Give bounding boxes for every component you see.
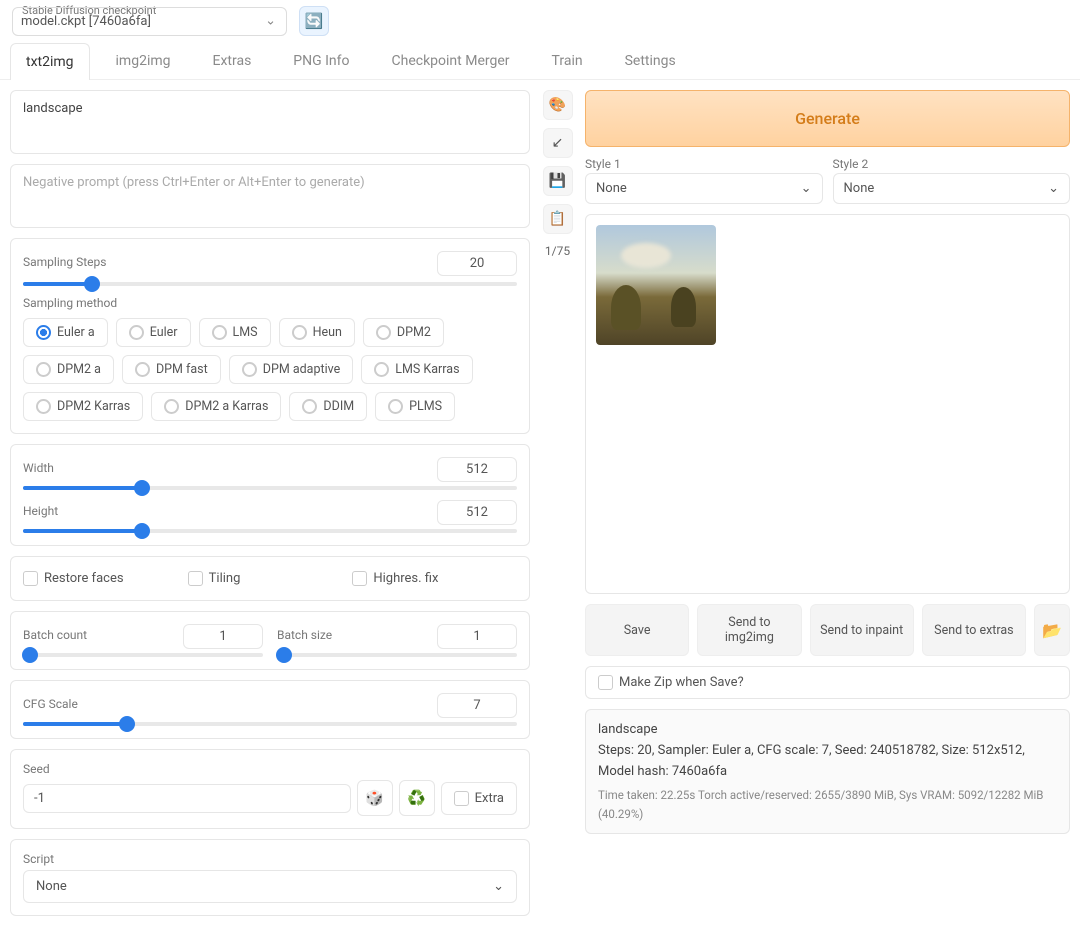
generate-button[interactable]: Generate — [585, 90, 1070, 147]
restore-faces-checkbox[interactable]: Restore faces — [23, 569, 188, 588]
highres-fix-checkbox[interactable]: Highres. fix — [352, 569, 517, 588]
info-prompt: landscape — [598, 720, 1057, 741]
chevron-down-icon: ⌄ — [801, 181, 812, 196]
batch-size-value[interactable]: 1 — [437, 624, 517, 649]
width-slider[interactable] — [23, 486, 517, 490]
floppy-icon: 💾 — [549, 173, 566, 189]
sampler-radio-dpm2[interactable]: DPM2 — [363, 318, 444, 347]
generated-image[interactable] — [596, 225, 716, 345]
checkpoint-selector[interactable]: Stable Diffusion checkpoint model.ckpt [… — [12, 7, 287, 36]
chevron-down-icon: ⌄ — [265, 14, 276, 29]
sampler-radio-heun[interactable]: Heun — [279, 318, 355, 347]
batch-size-label: Batch size — [277, 628, 332, 642]
tab-settings[interactable]: Settings — [609, 42, 692, 79]
save-style-button[interactable]: 💾 — [543, 166, 573, 196]
refresh-icon: 🔄 — [305, 12, 324, 30]
palette-icon: 🎨 — [549, 97, 566, 113]
sampler-radio-dpm2-a-karras[interactable]: DPM2 a Karras — [151, 392, 281, 421]
sampler-radio-lms[interactable]: LMS — [199, 318, 271, 347]
batch-panel: Batch count 1 Batch size 1 — [10, 611, 530, 670]
options-panel: Restore faces Tiling Highres. fix — [10, 556, 530, 601]
palette-button[interactable]: 🎨 — [543, 90, 573, 120]
sampler-radio-euler-a[interactable]: Euler a — [23, 318, 108, 347]
width-value[interactable]: 512 — [437, 457, 517, 482]
clipboard-icon: 📋 — [549, 211, 566, 227]
send-to-inpaint-button[interactable]: Send to inpaint — [810, 604, 914, 656]
tiling-checkbox[interactable]: Tiling — [188, 569, 353, 588]
sampler-radio-dpm2-a[interactable]: DPM2 a — [23, 355, 114, 384]
style2-select[interactable]: None⌄ — [833, 173, 1071, 204]
width-label: Width — [23, 461, 54, 475]
sampler-radio-dpm-fast[interactable]: DPM fast — [122, 355, 221, 384]
style1-label: Style 1 — [585, 157, 823, 171]
tab-img2img[interactable]: img2img — [100, 42, 187, 79]
sampling-method-radios: Euler a Euler LMS Heun DPM2 DPM2 a DPM fast DPM… — [23, 318, 517, 421]
sampler-radio-lms-karras[interactable]: LMS Karras — [361, 355, 472, 384]
seed-panel: Seed -1 🎲 ♻️ Extra — [10, 749, 530, 829]
seed-input[interactable]: -1 — [23, 784, 351, 813]
refresh-checkpoint-button[interactable]: 🔄 — [299, 6, 329, 36]
clipboard-button[interactable]: 📋 — [543, 204, 573, 234]
send-to-img2img-button[interactable]: Send to img2img — [697, 604, 801, 656]
cfg-panel: CFG Scale 7 — [10, 680, 530, 739]
tab-train[interactable]: Train — [536, 42, 599, 79]
arrow-icon: ↙ — [552, 135, 564, 151]
recycle-icon: ♻️ — [407, 789, 426, 807]
main-tabs: txt2img img2img Extras PNG Info Checkpoi… — [0, 42, 1080, 80]
sampling-panel: Sampling Steps 20 Sampling method Euler … — [10, 238, 530, 434]
random-seed-button[interactable]: 🎲 — [357, 780, 393, 816]
sampler-radio-euler[interactable]: Euler — [116, 318, 191, 347]
batch-size-slider[interactable] — [277, 653, 517, 657]
seed-extra-checkbox[interactable]: Extra — [441, 782, 517, 815]
prompt-input[interactable]: landscape — [10, 90, 530, 154]
height-label: Height — [23, 504, 58, 518]
tab-extras[interactable]: Extras — [197, 42, 268, 79]
cfg-label: CFG Scale — [23, 697, 78, 711]
sampling-steps-slider[interactable] — [23, 282, 517, 286]
cfg-value[interactable]: 7 — [437, 693, 517, 718]
batch-count-value[interactable]: 1 — [183, 624, 263, 649]
send-to-extras-button[interactable]: Send to extras — [922, 604, 1026, 656]
save-button[interactable]: Save — [585, 604, 689, 656]
dimensions-panel: Width 512 Height 512 — [10, 444, 530, 546]
chevron-down-icon: ⌄ — [1048, 181, 1059, 196]
token-counter: 1/75 — [545, 244, 570, 258]
folder-icon: 📂 — [1042, 621, 1062, 640]
tab-checkpoint-merger[interactable]: Checkpoint Merger — [376, 42, 526, 79]
script-label: Script — [23, 852, 517, 866]
info-params: Steps: 20, Sampler: Euler a, CFG scale: … — [598, 741, 1057, 783]
height-value[interactable]: 512 — [437, 500, 517, 525]
sampler-radio-dpm2-karras[interactable]: DPM2 Karras — [23, 392, 143, 421]
tab-txt2img[interactable]: txt2img — [10, 43, 90, 80]
dice-icon: 🎲 — [365, 789, 384, 807]
style1-select[interactable]: None⌄ — [585, 173, 823, 204]
checkpoint-value: model.ckpt [7460a6fa] — [21, 14, 151, 29]
chevron-down-icon: ⌄ — [493, 879, 504, 894]
sampler-radio-ddim[interactable]: DDIM — [289, 392, 367, 421]
output-preview — [585, 214, 1070, 594]
script-select[interactable]: None⌄ — [23, 870, 517, 903]
negative-prompt-input[interactable]: Negative prompt (press Ctrl+Enter or Alt… — [10, 164, 530, 228]
height-slider[interactable] — [23, 529, 517, 533]
sampling-steps-label: Sampling Steps — [23, 255, 106, 269]
interrogate-button[interactable]: ↙ — [543, 128, 573, 158]
batch-count-slider[interactable] — [23, 653, 263, 657]
sampler-radio-plms[interactable]: PLMS — [375, 392, 455, 421]
open-folder-button[interactable]: 📂 — [1034, 604, 1070, 656]
batch-count-label: Batch count — [23, 628, 87, 642]
style2-label: Style 2 — [833, 157, 1071, 171]
sampler-radio-dpm-adaptive[interactable]: DPM adaptive — [229, 355, 354, 384]
generation-info: landscape Steps: 20, Sampler: Euler a, C… — [585, 709, 1070, 834]
cfg-slider[interactable] — [23, 722, 517, 726]
sampling-method-label: Sampling method — [23, 296, 517, 310]
seed-label: Seed — [23, 762, 517, 776]
info-timing: Time taken: 22.25s Torch active/reserved… — [598, 786, 1057, 823]
reuse-seed-button[interactable]: ♻️ — [399, 780, 435, 816]
script-panel: Script None⌄ — [10, 839, 530, 916]
zip-checkbox[interactable]: Make Zip when Save? — [585, 666, 1070, 699]
tab-pnginfo[interactable]: PNG Info — [277, 42, 365, 79]
sampling-steps-value[interactable]: 20 — [437, 251, 517, 276]
